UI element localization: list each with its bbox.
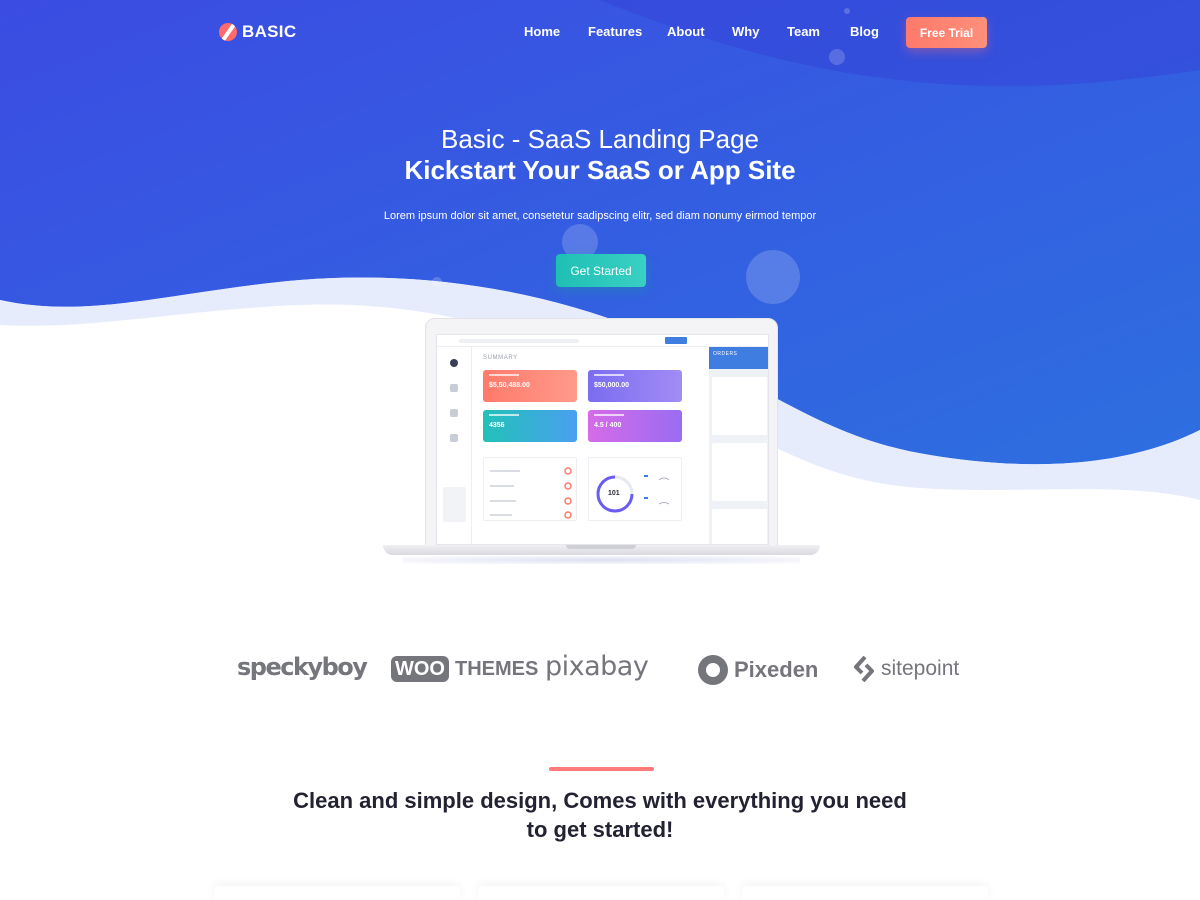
stat-card: $50,000.00 <box>588 370 682 402</box>
section-divider <box>549 767 654 771</box>
brand-suffix: THEMES <box>455 657 539 680</box>
orders-header: ORDERS <box>709 347 768 369</box>
dashboard-nav-icon <box>450 434 458 442</box>
dashboard-screenshot: SUMMARY $5,50,488.00 $50,000.00 4356 4.5… <box>436 334 769 545</box>
top-navigation: BASIC Home Features About Why Team Blog … <box>0 0 1200 66</box>
pixeden-icon <box>698 655 728 685</box>
section-title: Clean and simple design, Comes with ever… <box>290 786 910 844</box>
brand-name: speckyboy <box>237 653 368 681</box>
brand-name: pixabay <box>545 651 649 682</box>
nav-link-features[interactable]: Features <box>588 24 642 39</box>
laptop-mockup: SUMMARY $5,50,488.00 $50,000.00 4356 4.5… <box>383 318 820 566</box>
nav-link-home[interactable]: Home <box>524 24 560 39</box>
dashboard-nav-icon <box>450 409 458 417</box>
logo-sitepoint: sitepoint <box>853 656 959 682</box>
logo-pixabay: pixabay <box>545 651 649 682</box>
stat-card: 4.5 / 400 <box>588 410 682 442</box>
dashboard-summary-label: SUMMARY <box>483 355 518 361</box>
stat-value: 4356 <box>489 422 505 429</box>
logo-icon <box>219 23 237 41</box>
nav-link-team[interactable]: Team <box>787 24 820 39</box>
logo-speckyboy: speckyboy <box>237 653 368 681</box>
brand-name: Pixeden <box>734 657 819 682</box>
dashboard-orders-panel: ORDERS <box>709 347 768 544</box>
dashboard-sidebar-card <box>443 487 466 522</box>
order-card <box>712 509 767 544</box>
get-started-button[interactable]: Get Started <box>556 254 646 287</box>
stat-value: $5,50,488.00 <box>489 382 530 389</box>
nav-link-why[interactable]: Why <box>732 24 759 39</box>
list-rows-graphic <box>490 467 572 519</box>
dashboard-donut-panel: 101 <box>588 457 682 521</box>
sitepoint-icon <box>854 656 874 682</box>
laptop-shadow <box>403 556 800 564</box>
orders-title: ORDERS <box>713 351 738 357</box>
section-title-rest: Comes with everything you need to get st… <box>526 788 907 842</box>
laptop-lid: SUMMARY $5,50,488.00 $50,000.00 4356 4.5… <box>425 318 778 546</box>
dashboard-nav-icon <box>450 384 458 392</box>
dashboard-sidebar <box>437 347 472 544</box>
order-card <box>712 377 767 435</box>
brand-name: sitepoint <box>881 657 960 680</box>
hero-subtitle: Kickstart Your SaaS or App Site <box>404 155 796 185</box>
stat-value: $50,000.00 <box>594 382 630 389</box>
logo-woothemes: WOO THEMES <box>391 656 538 682</box>
stat-value: 4.5 / 400 <box>594 422 622 429</box>
donut-chart-graphic <box>596 475 670 513</box>
logo-text: BASIC <box>242 22 297 41</box>
nav-link-blog[interactable]: Blog <box>850 24 879 39</box>
order-card <box>712 443 767 501</box>
dashboard-top-button <box>665 337 687 344</box>
donut-center-value: 101 <box>608 490 620 497</box>
partner-logos: speckyboy WOO THEMES pixabay Pixeden site… <box>0 645 1200 695</box>
dashboard-nav-icon <box>450 359 458 367</box>
free-trial-button[interactable]: Free Trial <box>906 17 987 48</box>
feature-card <box>742 886 988 900</box>
dashboard-topbar <box>437 335 768 347</box>
hero-description: Lorem ipsum dolor sit amet, consetetur s… <box>383 210 817 222</box>
feature-card <box>478 886 724 900</box>
laptop-notch <box>566 545 636 549</box>
dashboard-list-panel <box>483 457 577 521</box>
stat-card: $5,50,488.00 <box>483 370 577 402</box>
logo-pixeden: Pixeden <box>698 655 818 685</box>
brand-name: WOO <box>391 656 449 682</box>
nav-link-about[interactable]: About <box>667 24 705 39</box>
dashboard-search-bar <box>459 339 579 343</box>
brand-logo[interactable]: BASIC <box>219 22 296 42</box>
feature-card <box>214 886 460 900</box>
hero-title: Basic - SaaS Landing Page <box>441 124 759 154</box>
section-title-bold: Clean and simple design, <box>293 788 558 813</box>
stat-card: 4356 <box>483 410 577 442</box>
